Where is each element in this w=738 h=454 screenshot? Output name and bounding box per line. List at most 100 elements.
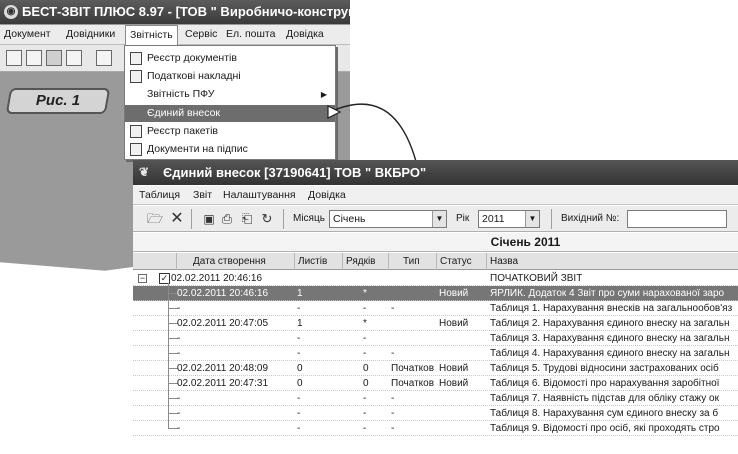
cell-status: Новий xyxy=(439,363,469,374)
cell-date: 02.02.2011 20:46:16 xyxy=(171,273,263,284)
header-lines[interactable]: Рядків xyxy=(343,253,389,270)
cell-name: Таблиця 5. Трудові відносини застрахован… xyxy=(490,363,719,374)
cell-date: 02.02.2011 20:48:09 xyxy=(177,363,269,374)
table-row[interactable]: - - - - Таблиця 1. Нарахування внесків на за… xyxy=(133,301,738,316)
menu-help[interactable]: Довідка xyxy=(308,189,346,201)
single-contribution-window: ❦ Єдиний внесок [37190641] ТОВ " ВКБРО" … xyxy=(133,160,738,454)
cell-sheets: - xyxy=(297,348,301,359)
cell-lines: - xyxy=(363,303,367,314)
menu-item-pfu-reporting[interactable]: Звітність ПФУ ▶ xyxy=(125,86,335,103)
cell-name: Таблиця 8. Нарахування сум єдиного внеск… xyxy=(490,408,719,419)
menu-item-label: Податкові накладні xyxy=(147,70,241,82)
table-row[interactable]: - - - Таблиця 3. Нарахування єдиного внеску… xyxy=(133,331,738,346)
collapse-icon[interactable]: − xyxy=(138,274,147,283)
menu-email[interactable]: Ел. пошта xyxy=(226,28,275,40)
cell-sheets: 0 xyxy=(297,363,303,374)
menu-item-label: Єдиний внесок xyxy=(147,107,221,119)
cell-date: 02.02.2011 20:46:16 xyxy=(177,288,269,299)
menu-document[interactable]: Документ xyxy=(4,28,51,40)
app-logo-icon: ◉ xyxy=(4,5,18,19)
cell-status: Новий xyxy=(439,288,469,299)
cell-date: - xyxy=(177,333,181,344)
menu-item-document-registry[interactable]: Реєстр документів xyxy=(125,50,335,67)
table-row[interactable]: - - - - Таблиця 9. Відомості про осіб, які п… xyxy=(133,421,738,436)
open-folder-icon[interactable] xyxy=(26,50,42,66)
cell-name: ПОЧАТКОВИЙ ЗВІТ xyxy=(490,273,583,284)
cell-type: - xyxy=(391,423,395,434)
cell-name: Таблиця 7. Наявність підстав для обліку … xyxy=(490,393,719,404)
year-select[interactable]: 2011 ▼ xyxy=(478,210,540,228)
header-name[interactable]: Назва xyxy=(487,253,738,270)
table-row[interactable]: 02.02.2011 20:47:05 1 * Новий Таблиця 2. Нар… xyxy=(133,316,738,331)
table-row[interactable]: 02.02.2011 20:47:31 0 0 Початков Новий Таблиц… xyxy=(133,376,738,391)
table-row[interactable]: − ✓ 02.02.2011 20:46:16 ПОЧАТКОВИЙ ЗВІТ xyxy=(133,271,738,286)
cell-lines: 0 xyxy=(363,363,369,374)
cell-date: - xyxy=(177,393,181,404)
window-menubar: Таблиця Звіт Налаштування Довідка xyxy=(133,186,738,205)
cell-type: - xyxy=(391,348,395,359)
cell-sheets: - xyxy=(297,393,301,404)
cell-sheets: 0 xyxy=(297,378,303,389)
month-select[interactable]: Січень ▼ xyxy=(329,210,447,228)
menu-item-label: Звітність ПФУ xyxy=(147,88,215,100)
cell-name: Таблиця 1. Нарахування внесків на загаль… xyxy=(490,303,733,314)
cell-name: ЯРЛИК. Додаток 4 Звіт про суми нарахован… xyxy=(490,288,725,299)
check-icon[interactable] xyxy=(66,50,82,66)
save-icon[interactable] xyxy=(46,50,62,66)
menu-item-single-contribution[interactable]: Єдиний внесок xyxy=(125,105,335,122)
menu-reporting[interactable]: Звітність xyxy=(125,25,178,46)
cell-status: Новий xyxy=(439,318,469,329)
cell-sheets: - xyxy=(297,303,301,314)
toolbar-separator xyxy=(283,209,284,229)
cell-type: Початков xyxy=(391,363,435,374)
delete-icon[interactable]: ✕ xyxy=(169,211,185,227)
year-label: Рік xyxy=(456,213,470,224)
menu-item-docs-to-sign[interactable]: Документи на підпис xyxy=(125,141,335,158)
cell-sheets: - xyxy=(297,408,301,419)
menu-settings[interactable]: Налаштування xyxy=(223,189,296,201)
cell-type: - xyxy=(391,303,395,314)
new-document-icon[interactable] xyxy=(6,50,22,66)
table-row[interactable]: 02.02.2011 20:46:16 1 * Новий ЯРЛИК. Додаток… xyxy=(133,286,738,301)
table-row[interactable]: - - - - Таблиця 8. Нарахування сум єдиного в… xyxy=(133,406,738,421)
open-folder-icon[interactable]: 🗁 xyxy=(147,211,163,227)
menu-service[interactable]: Сервіс xyxy=(185,28,217,40)
toolbar-separator xyxy=(551,209,552,229)
menu-table[interactable]: Таблиця xyxy=(139,189,180,201)
table-row[interactable]: - - - - Таблиця 7. Наявність підстав для обл… xyxy=(133,391,738,406)
cell-lines: - xyxy=(363,333,367,344)
table-icon[interactable] xyxy=(96,50,112,66)
cell-lines: - xyxy=(363,423,367,434)
header-type[interactable]: Тип xyxy=(389,253,437,270)
menu-item-tax-invoices[interactable]: Податкові накладні xyxy=(125,68,335,85)
header-sheets[interactable]: Листів xyxy=(295,253,343,270)
cell-name: Таблиця 2. Нарахування єдиного внеску на… xyxy=(490,318,730,329)
pdf-export-icon[interactable]: ⎙ xyxy=(219,211,235,227)
menu-item-package-registry[interactable]: Реєстр пакетів xyxy=(125,123,335,140)
cell-type: Початков xyxy=(391,378,435,389)
outgoing-number-input[interactable] xyxy=(627,210,727,228)
year-select-value: 2011 xyxy=(482,213,505,225)
cell-date: - xyxy=(177,423,181,434)
header-status[interactable]: Статус xyxy=(437,253,487,270)
window-title: Єдиний внесок [37190641] ТОВ " ВКБРО" xyxy=(163,165,427,180)
outgoing-number-label: Вихідний №: xyxy=(561,213,620,224)
window-logo-icon: ❦ xyxy=(139,165,150,179)
chevron-down-icon[interactable]: ▼ xyxy=(432,211,446,227)
cell-sheets: - xyxy=(297,333,301,344)
table-row[interactable]: - - - - Таблиця 4. Нарахування єдиного внеск… xyxy=(133,346,738,361)
invoice-icon xyxy=(130,70,142,83)
document-list-icon xyxy=(130,52,142,65)
menu-help[interactable]: Довідка xyxy=(286,28,324,40)
print-icon[interactable]: ⎗ xyxy=(239,211,255,227)
table-row[interactable]: 02.02.2011 20:48:09 0 0 Початков Новий Таблиц… xyxy=(133,361,738,376)
save-icon[interactable]: ▣ xyxy=(201,211,217,227)
menu-references[interactable]: Довідники xyxy=(66,28,115,40)
cell-lines: 0 xyxy=(363,378,369,389)
chevron-down-icon[interactable]: ▼ xyxy=(525,211,539,227)
cell-name: Таблиця 3. Нарахування єдиного внеску на… xyxy=(490,333,730,344)
period-heading: Січень 2011 xyxy=(133,233,738,252)
header-date-created[interactable]: Дата створення xyxy=(177,253,295,270)
menu-report[interactable]: Звіт xyxy=(193,189,212,201)
refresh-icon[interactable]: ↻ xyxy=(259,211,275,227)
